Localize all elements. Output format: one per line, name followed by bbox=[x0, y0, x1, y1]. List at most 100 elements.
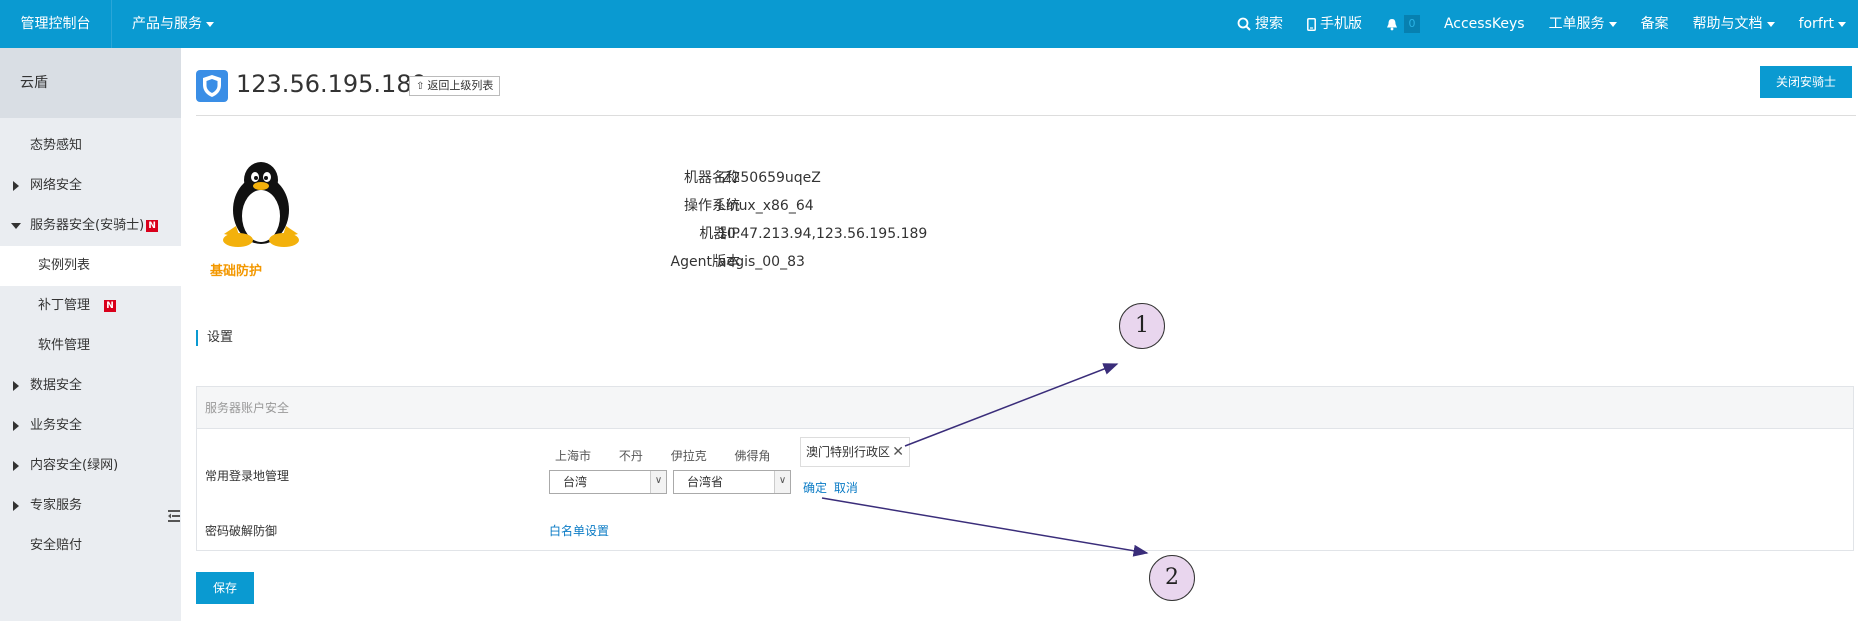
sidebar-item-label: 服务器安全(安骑士) bbox=[30, 218, 145, 233]
confirm-link[interactable]: 确定 bbox=[803, 481, 827, 495]
caret-right-icon bbox=[13, 381, 19, 391]
location-tag-list: 上海市 不丹 伊拉克 佛得角 bbox=[555, 447, 795, 464]
sidebar-item-situational-awareness[interactable]: 态势感知 bbox=[0, 126, 181, 166]
caret-right-icon bbox=[13, 501, 19, 511]
machine-info-values: iZ250659uqeZ Linux_x86_64 10.47.213.94,1… bbox=[718, 164, 927, 276]
sidebar-item-instance-list[interactable]: 实例列表 bbox=[0, 246, 181, 286]
sidebar-item-security-compensation[interactable]: 安全赔付 bbox=[0, 526, 181, 566]
search-link[interactable]: 搜索 bbox=[1225, 0, 1295, 48]
sidebar-item-business-security[interactable]: 业务安全 bbox=[0, 406, 181, 446]
accesskeys-link[interactable]: AccessKeys bbox=[1432, 0, 1537, 48]
console-home-link[interactable]: 管理控制台 bbox=[0, 0, 112, 48]
mobile-label: 手机版 bbox=[1319, 16, 1362, 32]
page-title: 123.56.195.189 bbox=[236, 70, 427, 98]
top-right-nav: 搜索 手机版 0 AccessKeys 工单服务 备案 帮助与文档 forfrt bbox=[1225, 0, 1858, 48]
search-label: 搜索 bbox=[1254, 16, 1283, 32]
chevron-down-icon bbox=[1838, 21, 1846, 27]
sidebar-item-label: 数据安全 bbox=[30, 378, 83, 393]
sidebar-item-label: 业务安全 bbox=[30, 418, 83, 433]
tickets-menu-label: 工单服务 bbox=[1548, 16, 1605, 32]
filing-link[interactable]: 备案 bbox=[1629, 0, 1681, 48]
sidebar-item-label: 内容安全(绿网) bbox=[30, 458, 119, 473]
help-menu-label: 帮助与文档 bbox=[1692, 16, 1763, 32]
caret-right-icon bbox=[13, 421, 19, 431]
sidebar: 云盾 态势感知 网络安全 服务器安全(安骑士) N 实例列表 补丁管理 N 软件管理… bbox=[0, 48, 181, 621]
sidebar-item-label: 专家服务 bbox=[30, 498, 83, 513]
caret-right-icon bbox=[13, 181, 19, 191]
user-name: forfrt bbox=[1798, 16, 1834, 32]
sidebar-item-patch-management[interactable]: 补丁管理 N bbox=[0, 286, 181, 326]
chevron-down-icon bbox=[1766, 21, 1775, 27]
mobile-link[interactable]: 手机版 bbox=[1295, 0, 1374, 48]
chevron-down-icon bbox=[206, 21, 214, 27]
panel-title: 服务器账户安全 bbox=[197, 387, 1853, 429]
page-header: 123.56.195.189 ⇧ 返回上级列表 关闭安骑士 bbox=[196, 66, 1856, 116]
sidebar-item-content-security[interactable]: 内容安全(绿网) bbox=[0, 446, 181, 486]
new-badge: N bbox=[146, 219, 159, 232]
annotation-marker-2: 2 bbox=[1149, 555, 1195, 601]
location-actions: 确定 取消 bbox=[803, 479, 858, 496]
chevron-down-icon bbox=[1608, 21, 1617, 27]
notifications[interactable]: 0 bbox=[1374, 0, 1432, 48]
save-button[interactable]: 保存 bbox=[196, 572, 254, 604]
location-tag: 伊拉克 bbox=[670, 449, 707, 463]
location-tag: 不丹 bbox=[618, 449, 643, 463]
location-tag: 上海市 bbox=[555, 449, 592, 463]
chevron-down-icon: ∨ bbox=[650, 471, 666, 493]
tickets-menu[interactable]: 工单服务 bbox=[1537, 0, 1629, 48]
sidebar-item-label: 态势感知 bbox=[30, 138, 83, 153]
cancel-link[interactable]: 取消 bbox=[834, 481, 858, 495]
new-badge: N bbox=[104, 299, 117, 312]
sidebar-title: 云盾 bbox=[0, 48, 181, 118]
sidebar-item-label: 安全赔付 bbox=[30, 538, 83, 553]
collapse-sidebar-icon bbox=[168, 510, 180, 522]
selected-location-label: 澳门特别行政区 bbox=[806, 445, 891, 459]
sidebar-item-server-security[interactable]: 服务器安全(安骑士) N bbox=[0, 206, 181, 246]
machine-name-value: iZ250659uqeZ bbox=[718, 170, 821, 186]
linux-penguin-icon bbox=[223, 162, 299, 247]
notification-count-badge: 0 bbox=[1403, 15, 1420, 33]
sidebar-item-data-security[interactable]: 数据安全 bbox=[0, 366, 181, 406]
server-account-security-panel: 服务器账户安全 常用登录地管理 上海市 不丹 伊拉克 佛得角 澳门特别行政区 ✕… bbox=[196, 386, 1854, 551]
shield-logo-icon bbox=[196, 70, 228, 102]
remove-location-icon[interactable]: ✕ bbox=[892, 438, 904, 466]
sidebar-item-label: 软件管理 bbox=[38, 338, 91, 353]
sidebar-item-label: 实例列表 bbox=[38, 258, 91, 273]
user-menu[interactable]: forfrt bbox=[1787, 0, 1858, 48]
close-aegis-button[interactable]: 关闭安骑士 bbox=[1760, 66, 1852, 98]
settings-section-title: 设置 bbox=[196, 330, 233, 346]
products-menu[interactable]: 产品与服务 bbox=[132, 0, 214, 48]
sidebar-item-network-security[interactable]: 网络安全 bbox=[0, 166, 181, 206]
sidebar-item-label: 补丁管理 bbox=[38, 298, 91, 313]
selected-location-tag: 澳门特别行政区 ✕ bbox=[800, 437, 910, 467]
sidebar-collapse-handle[interactable] bbox=[165, 496, 181, 536]
location-tag: 佛得角 bbox=[734, 449, 771, 463]
province-select[interactable]: 台湾省 ∨ bbox=[673, 470, 791, 494]
products-menu-label: 产品与服务 bbox=[132, 16, 202, 32]
country-select[interactable]: 台湾 ∨ bbox=[549, 470, 667, 494]
sidebar-item-label: 网络安全 bbox=[30, 178, 83, 193]
login-location-label: 常用登录地管理 bbox=[205, 469, 290, 483]
whitelist-settings-link[interactable]: 白名单设置 bbox=[549, 522, 609, 539]
password-defense-label: 密码破解防御 bbox=[205, 524, 278, 538]
sidebar-item-expert-services[interactable]: 专家服务 bbox=[0, 486, 181, 526]
bell-icon bbox=[1386, 18, 1397, 30]
protection-tier-label: 基础防护 bbox=[210, 264, 263, 279]
search-icon bbox=[1237, 17, 1251, 31]
country-select-value: 台湾 bbox=[563, 475, 588, 489]
os-value: Linux_x86_64 bbox=[718, 198, 814, 214]
help-menu[interactable]: 帮助与文档 bbox=[1681, 0, 1787, 48]
machine-ip-value: 10.47.213.94,123.56.195.189 bbox=[718, 226, 928, 242]
chevron-down-icon: ∨ bbox=[774, 471, 790, 493]
back-to-list-label: 返回上级列表 bbox=[427, 79, 494, 92]
mobile-icon bbox=[1307, 17, 1316, 31]
top-navigation-bar: 管理控制台 产品与服务 搜索 手机版 0 AccessKeys 工单服务 备案 … bbox=[0, 0, 1858, 48]
caret-right-icon bbox=[13, 461, 19, 471]
sidebar-item-software-management[interactable]: 软件管理 bbox=[0, 326, 181, 366]
upload-arrow-icon: ⇧ bbox=[416, 81, 425, 92]
caret-down-icon bbox=[11, 223, 21, 229]
agent-version-value: aegis_00_83 bbox=[718, 254, 805, 270]
annotation-marker-1: 1 bbox=[1119, 303, 1165, 349]
back-to-list-button[interactable]: ⇧ 返回上级列表 bbox=[409, 76, 501, 96]
province-select-value: 台湾省 bbox=[687, 475, 724, 489]
